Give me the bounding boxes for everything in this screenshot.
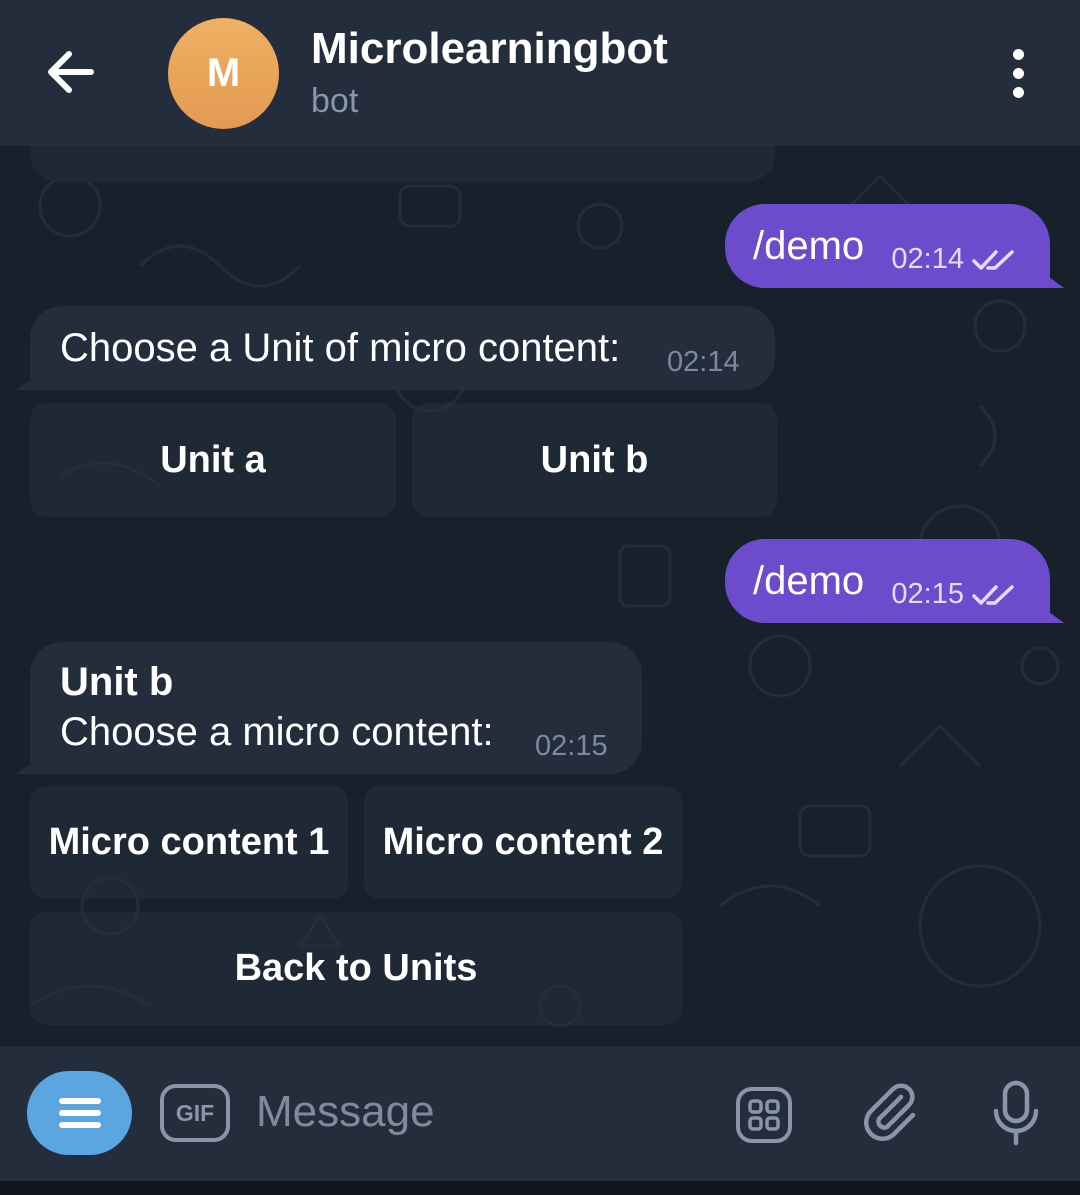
microphone-icon [993,1080,1039,1146]
message-time: 02:15 [535,730,608,762]
message-list[interactable]: /demo 02:14 Choose a Unit of micro conte… [0,146,1080,1046]
inline-button-unit-b[interactable]: Unit b [412,403,777,517]
more-menu-button[interactable] [992,44,1044,102]
double-check-icon [972,584,1014,605]
message-time: 02:15 [891,578,964,610]
back-button[interactable] [36,40,106,104]
message-time: 02:14 [891,243,964,275]
sticker-icon [736,1087,792,1143]
message-meta: 02:14 [891,243,1016,276]
outgoing-message[interactable]: /demo 02:15 [725,539,1064,623]
arrow-left-icon [48,51,94,93]
message-time: 02:14 [667,346,740,378]
message-text: Choose a micro content: [60,710,494,754]
chat-subtitle: bot [311,82,359,120]
double-check-icon [972,249,1014,270]
message-text: Choose a Unit of micro content: [60,326,621,370]
outgoing-message[interactable]: /demo 02:14 [725,204,1064,288]
message-text: /demo [753,559,865,603]
gif-button[interactable]: GIF [160,1084,230,1142]
incoming-message[interactable]: Unit b Choose a micro content: 02:15 [16,642,642,774]
incoming-message[interactable]: Choose a Unit of micro content: 02:14 [16,306,775,390]
inline-button-unit-a[interactable]: Unit a [30,403,396,517]
inline-button-back-to-units[interactable]: Back to Units [30,912,682,1025]
sticker-button[interactable] [733,1084,795,1146]
attach-button[interactable] [860,1080,922,1146]
previous-message [30,146,775,182]
paperclip-icon [863,1083,916,1142]
more-vertical-icon [1012,48,1024,60]
avatar[interactable]: M [168,18,279,129]
message-meta: 02:15 [891,578,1016,611]
avatar-initial: M [206,51,241,95]
composer-bar: GIF [0,1046,1080,1181]
bot-menu-button[interactable] [27,1071,132,1155]
message-text: /demo [753,224,865,268]
inline-button-micro-content-2[interactable]: Micro content 2 [364,786,682,899]
message-title: Unit b [60,660,174,704]
system-nav-strip [0,1181,1080,1195]
inline-button-micro-content-1[interactable]: Micro content 1 [30,786,348,899]
bot-menu-icon [58,1098,101,1104]
message-input[interactable] [256,1082,686,1142]
voice-button[interactable] [988,1078,1044,1150]
chat-title[interactable]: Microlearningbot [311,24,668,74]
chat-header: M Microlearningbot bot [0,0,1080,146]
